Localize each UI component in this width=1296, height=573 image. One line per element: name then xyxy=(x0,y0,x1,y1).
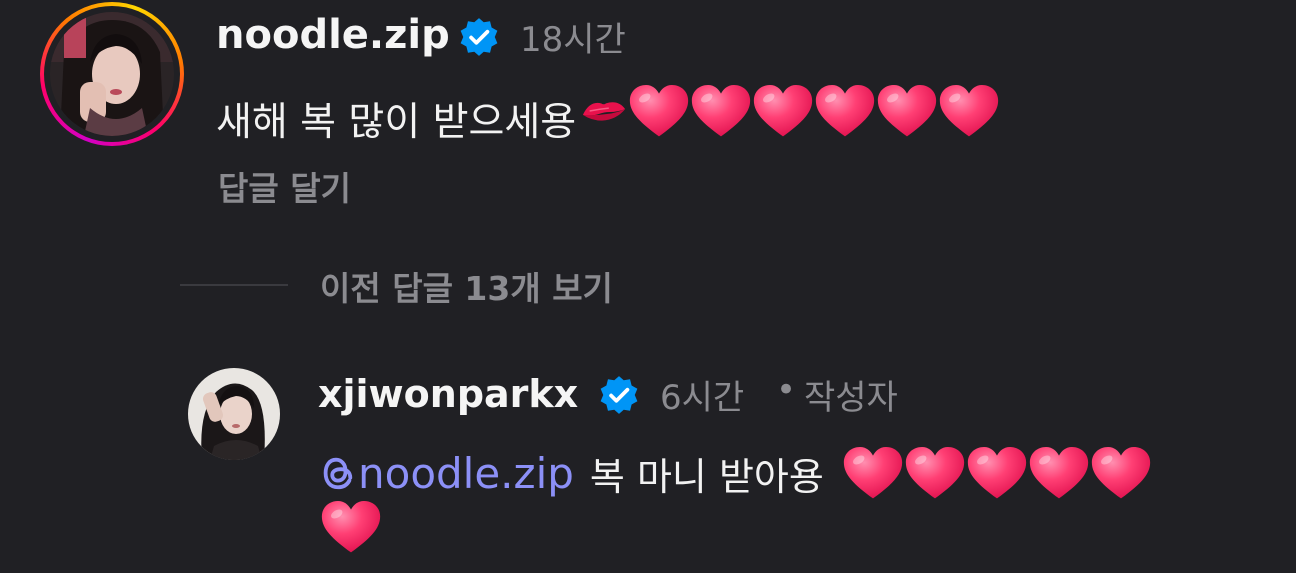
heart-icon xyxy=(320,498,382,556)
heart-icon xyxy=(1028,444,1090,502)
reply-body: noodle.zip 복 마니 받아용 xyxy=(318,444,1152,502)
avatar-photo-icon xyxy=(50,12,174,136)
reply-username[interactable]: xjiwonparkx xyxy=(318,372,578,416)
reply-text: 복 마니 받아용 xyxy=(589,454,824,499)
heart-icon xyxy=(904,444,966,502)
avatar-xjiwonparkx[interactable] xyxy=(188,368,280,460)
mention-text: noodle.zip xyxy=(358,448,574,498)
view-previous-replies-button[interactable]: 이전 답글 13개 보기 xyxy=(320,262,613,310)
verified-badge-icon xyxy=(460,18,498,56)
kiss-mark-icon xyxy=(583,102,626,121)
comment-emojis xyxy=(576,82,1000,140)
thread-divider xyxy=(180,284,288,286)
avatar-photo-icon xyxy=(188,368,280,460)
comment-body: 새해 복 많이 받으세용 xyxy=(216,82,1000,147)
meta-separator: • xyxy=(776,370,797,410)
comment-timestamp: 18시간 xyxy=(520,20,626,60)
reply-button[interactable]: 답글 달기 xyxy=(218,162,351,210)
heart-icon xyxy=(938,82,1000,140)
heart-icon xyxy=(628,82,690,140)
reply-emojis-line2 xyxy=(320,498,382,560)
mention-link[interactable]: noodle.zip xyxy=(318,449,574,498)
heart-icon xyxy=(876,82,938,140)
comment-username[interactable]: noodle.zip xyxy=(216,12,450,58)
story-ring-avatar[interactable] xyxy=(40,2,184,146)
author-badge: 작성자 xyxy=(804,378,898,418)
avatar-noodle-zip[interactable] xyxy=(50,12,174,136)
heart-icon xyxy=(1090,444,1152,502)
reply-emojis-line1 xyxy=(842,444,1152,502)
heart-icon xyxy=(690,82,752,140)
heart-icon xyxy=(752,82,814,140)
avatar-gap xyxy=(44,6,180,142)
reply-timestamp: 6시간 xyxy=(660,378,745,418)
comments-screen: noodle.zip 18시간 새해 복 많이 받으세용 답글 달기 이전 답글… xyxy=(0,0,1296,573)
verified-badge-icon xyxy=(600,376,638,414)
heart-icon xyxy=(842,444,904,502)
heart-icon xyxy=(814,82,876,140)
comment-text: 새해 복 많이 받으세용 xyxy=(216,100,577,145)
threads-at-icon xyxy=(323,457,353,490)
heart-icon xyxy=(966,444,1028,502)
